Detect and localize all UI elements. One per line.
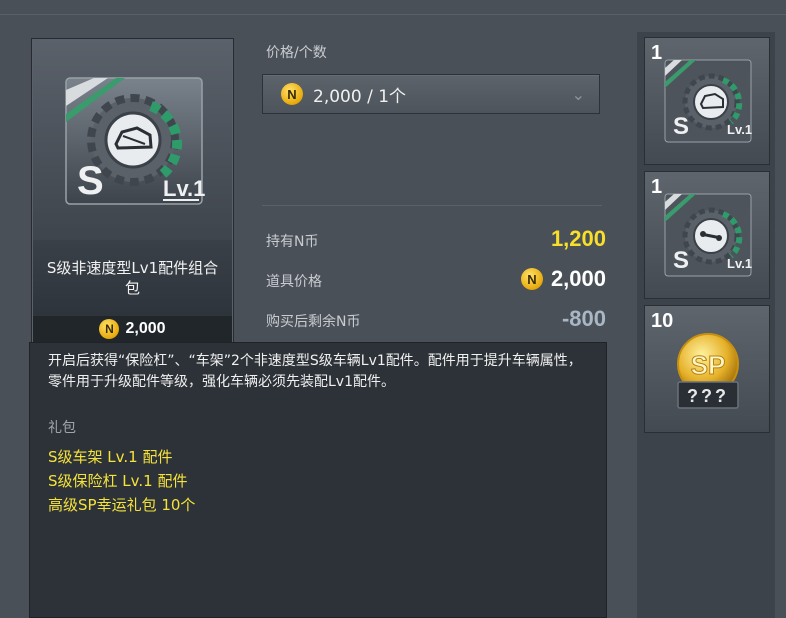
reward-count: 1 bbox=[651, 176, 663, 198]
sp-label: SP bbox=[691, 350, 726, 380]
coin-icon: N bbox=[520, 268, 543, 290]
grade-letter: S bbox=[77, 159, 104, 203]
selected-option: 2,000 / 1个 bbox=[313, 86, 407, 107]
bumper-part-icon: S Lv.1 bbox=[664, 193, 752, 277]
contents-list: S级车架 Lv.1 配件 S级保险杠 Lv.1 配件 高级SP幸运礼包 10个 bbox=[48, 445, 588, 517]
owned-amount: 1,200 bbox=[550, 226, 606, 251]
reward-slot[interactable]: 1 S Lv.1 bbox=[644, 171, 770, 299]
price-count-label: 价格/个数 bbox=[266, 45, 327, 61]
list-item: S级车架 Lv.1 配件 bbox=[48, 448, 173, 466]
level-badge: Lv.1 bbox=[727, 122, 752, 137]
grade-letter: S bbox=[673, 247, 689, 274]
price-label: 道具价格 bbox=[266, 274, 322, 290]
owned-value: 1,200 bbox=[551, 226, 606, 252]
list-item: 高级SP幸运礼包 10个 bbox=[48, 496, 196, 514]
reward-sidebar: 1 S Lv.1 1 S Lv.1 10 SP ??? bbox=[637, 32, 775, 618]
list-item: S级保险杠 Lv.1 配件 bbox=[48, 472, 188, 490]
coin-icon: N bbox=[281, 83, 303, 105]
item-image: S Lv.1 bbox=[33, 40, 232, 240]
price-value: N 2,000 bbox=[520, 266, 606, 292]
remaining-label: 购买后剩余N币 bbox=[266, 314, 361, 330]
reward-count: 10 bbox=[651, 310, 674, 332]
reward-slot[interactable]: 10 SP ??? bbox=[644, 305, 770, 433]
contents-heading: 礼包 bbox=[48, 420, 76, 436]
price-count-select[interactable]: N 2,000 / 1个 ⌄ bbox=[262, 74, 600, 114]
description-text: 开启后获得“保险杠”、“车架”2个非速度型S级车辆Lv1配件。配件用于提升车辆属… bbox=[48, 353, 582, 390]
divider bbox=[262, 205, 602, 206]
item-price-value: 2,000 bbox=[125, 320, 166, 337]
chevron-down-icon: ⌄ bbox=[571, 85, 585, 104]
reward-slot[interactable]: 1 S Lv.1 bbox=[644, 37, 770, 165]
item-price: N 2,000 bbox=[33, 316, 232, 342]
owned-label: 持有N币 bbox=[266, 234, 319, 250]
gear-badge-icon: S Lv.1 bbox=[65, 77, 205, 205]
grade-letter: S bbox=[673, 113, 689, 140]
level-badge: Lv.1 bbox=[727, 256, 752, 271]
mystery-label: ??? bbox=[687, 386, 729, 406]
top-divider bbox=[0, 14, 786, 15]
remaining-amount: -800 bbox=[561, 306, 606, 331]
item-name: S级非速度型Lv1配件组合包 bbox=[33, 240, 232, 316]
level-badge: Lv.1 bbox=[163, 176, 205, 201]
item-card: S Lv.1 S级非速度型Lv1配件组合包 N 2,000 bbox=[31, 38, 234, 344]
price-amount: 2,000 bbox=[550, 266, 606, 291]
coin-icon: N bbox=[99, 319, 120, 339]
chassis-part-icon: S Lv.1 bbox=[664, 59, 752, 143]
description-box: 开启后获得“保险杠”、“车架”2个非速度型S级车辆Lv1配件。配件用于提升车辆属… bbox=[29, 342, 607, 618]
reward-count: 1 bbox=[651, 42, 663, 64]
remaining-value: -800 bbox=[562, 306, 606, 332]
